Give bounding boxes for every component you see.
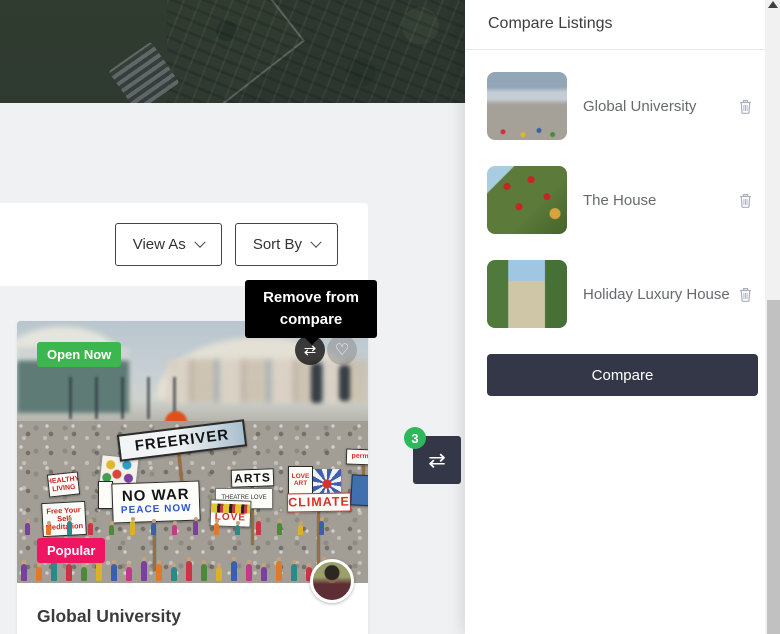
compare-item-name[interactable]: The House <box>583 190 739 211</box>
favorite-button[interactable]: ♡ <box>327 335 357 365</box>
trash-icon[interactable] <box>739 287 752 302</box>
view-as-label: View As <box>133 236 186 253</box>
trash-icon[interactable] <box>739 99 752 114</box>
scrollbar-thumb[interactable] <box>767 300 780 634</box>
protest-sign: LOVE ART <box>288 466 313 495</box>
compare-item-name[interactable]: Holiday Luxury House <box>583 284 739 305</box>
protest-sign: perma <box>346 448 368 465</box>
listing-photo[interactable]: FREERIVER HEALTHY LIVING NO WAR PEACE NO… <box>17 321 368 583</box>
compare-item-name[interactable]: Global University <box>583 96 739 117</box>
protest-sign: NO WAR PEACE NOW <box>111 480 200 523</box>
listing-card[interactable]: FREERIVER HEALTHY LIVING NO WAR PEACE NO… <box>17 321 368 634</box>
sort-by-label: Sort By <box>253 236 302 253</box>
chevron-down-icon <box>194 236 205 247</box>
open-now-badge: Open Now <box>37 342 121 367</box>
protest-sign-blue <box>350 474 368 506</box>
page-scrollbar[interactable] <box>765 0 780 634</box>
heart-icon: ♡ <box>335 340 349 360</box>
sort-by-dropdown[interactable]: Sort By <box>235 223 338 266</box>
map-satellite-view[interactable] <box>0 0 465 103</box>
trash-icon[interactable] <box>739 193 752 208</box>
compare-count-badge: 3 <box>404 427 426 449</box>
remove-from-compare-tooltip: Remove from compare <box>245 280 377 338</box>
compare-item-thumbnail[interactable] <box>487 166 567 234</box>
compare-panel-toggle[interactable]: ⇄ 3 <box>413 436 461 484</box>
compare-arrows-icon: ⇄ <box>428 448 446 473</box>
compare-listings-panel: Compare Listings Global University The H… <box>465 0 780 634</box>
listings-toolbar: View As Sort By <box>0 203 368 286</box>
compare-item-row: The House <box>487 166 780 234</box>
compare-panel-title: Compare Listings <box>465 0 780 50</box>
compare-item-thumbnail[interactable] <box>487 72 567 140</box>
map-dark-overlay <box>0 0 465 103</box>
chevron-down-icon <box>310 236 321 247</box>
crowd-figures <box>17 521 368 535</box>
compare-item-thumbnail[interactable] <box>487 260 567 328</box>
popular-badge: Popular <box>37 538 105 563</box>
compare-items-list: Global University The House Holiday Luxu… <box>465 50 780 328</box>
compare-item-row: Holiday Luxury House <box>487 260 780 328</box>
protest-sign: ARTS <box>231 468 275 487</box>
view-as-dropdown[interactable]: View As <box>115 223 222 266</box>
compare-item-row: Global University <box>487 72 780 140</box>
protest-sign: HEALTHY LIVING <box>47 471 80 497</box>
compare-button[interactable]: Compare <box>487 354 758 396</box>
owner-avatar[interactable] <box>310 559 354 603</box>
scrollbar-up-arrow[interactable] <box>768 1 778 8</box>
protest-sign: CLIMATE <box>287 492 351 512</box>
